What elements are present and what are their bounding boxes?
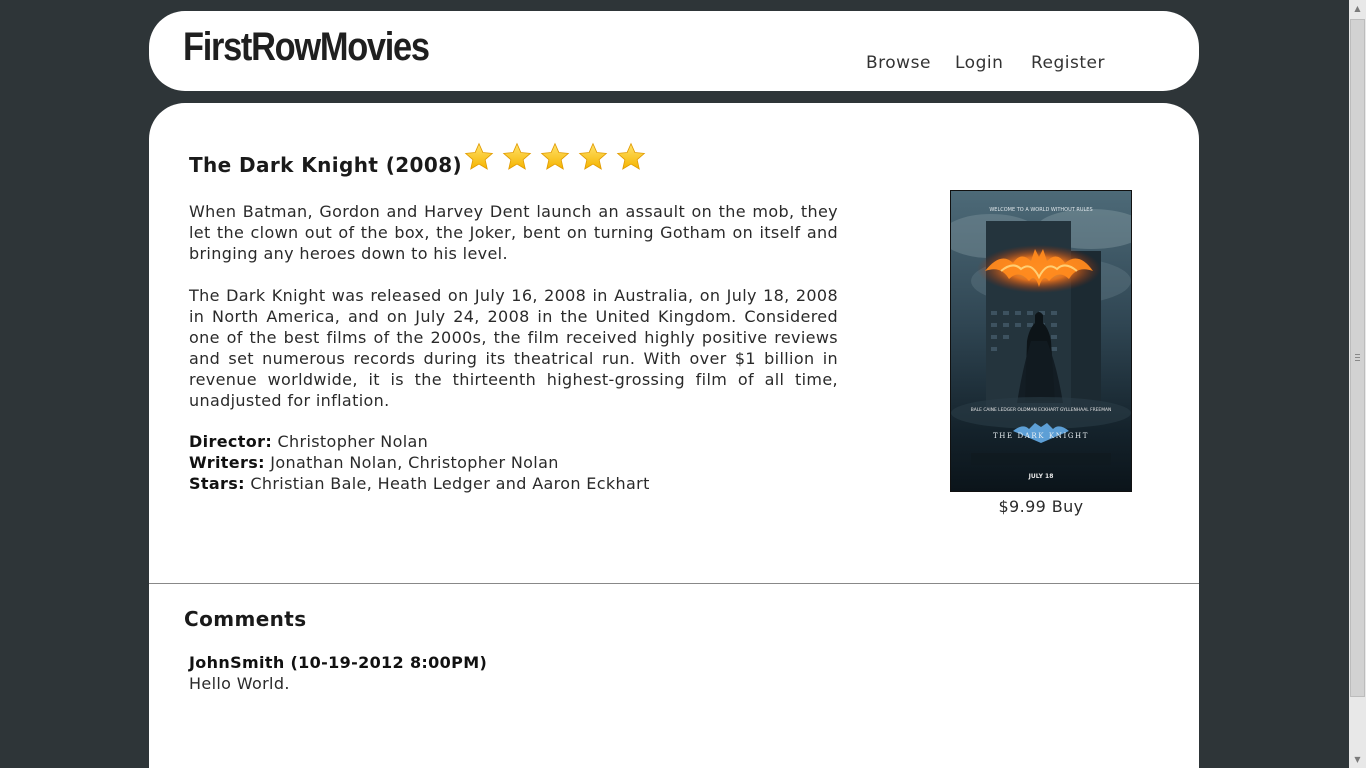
star-icon[interactable] [501,141,533,173]
writers-label: Writers: [189,453,265,472]
movie-detail-card: The Dark Knight (2008) When Batman, Gord… [149,103,1199,768]
nav-register-link[interactable]: Register [1031,53,1105,73]
stars-row: Stars: Christian Bale, Heath Ledger and … [189,473,650,494]
comments-heading: Comments [184,607,307,631]
buy-link[interactable]: $9.99 Buy [950,497,1132,516]
star-icon[interactable] [539,141,571,173]
director-row: Director: Christopher Nolan [189,431,650,452]
comment-text: Hello World. [189,674,290,693]
site-logo[interactable]: FirstRowMovies [183,25,430,70]
poster-cast: BALE CAINE LEDGER OLDMAN ECKHART GYLLENH… [971,407,1112,413]
nav-browse-link[interactable]: Browse [866,53,931,73]
movie-poster[interactable]: WELCOME TO A WORLD WITHOUT RULES BALE CA… [950,190,1132,492]
star-icon[interactable] [463,141,495,173]
poster-artwork: WELCOME TO A WORLD WITHOUT RULES BALE CA… [951,191,1131,491]
section-divider [149,583,1199,584]
buy-button[interactable]: Buy [1052,497,1084,516]
star-icon[interactable] [615,141,647,173]
movie-release-info: The Dark Knight was released on July 16,… [189,286,838,410]
price-label: $9.99 [998,497,1047,516]
scrollbar-thumb[interactable] [1350,19,1365,697]
poster-date: JULY 18 [1028,473,1054,480]
page: FirstRowMovies Browse Login Register The… [0,0,1366,768]
scroll-up-arrow-icon[interactable]: ▲ [1349,0,1366,17]
comment-author-date: JohnSmith (10-19-2012 8:00PM) [189,653,488,672]
writers-value: Jonathan Nolan, Christopher Nolan [270,453,559,472]
stars-value: Christian Bale, Heath Ledger and Aaron E… [250,474,650,493]
poster-tagline: WELCOME TO A WORLD WITHOUT RULES [989,207,1092,213]
movie-title: The Dark Knight (2008) [189,153,463,177]
star-rating [463,141,647,173]
scroll-down-arrow-icon[interactable]: ▼ [1349,751,1366,768]
scrollbar-grip-icon [1355,354,1360,361]
writers-row: Writers: Jonathan Nolan, Christopher Nol… [189,452,650,473]
director-label: Director: [189,432,273,451]
star-icon[interactable] [577,141,609,173]
director-value: Christopher Nolan [277,432,429,451]
nav-login-link[interactable]: Login [955,53,1003,73]
poster-title: THE DARK KNIGHT [993,432,1089,440]
movie-synopsis: When Batman, Gordon and Harvey Dent laun… [189,202,838,263]
vertical-scrollbar[interactable]: ▲ ▼ [1349,0,1366,768]
movie-credits: Director: Christopher Nolan Writers: Jon… [189,431,650,494]
stars-label: Stars: [189,474,245,493]
site-header: FirstRowMovies Browse Login Register [149,11,1199,91]
comment-item: JohnSmith (10-19-2012 8:00PM) Hello Worl… [189,652,487,694]
